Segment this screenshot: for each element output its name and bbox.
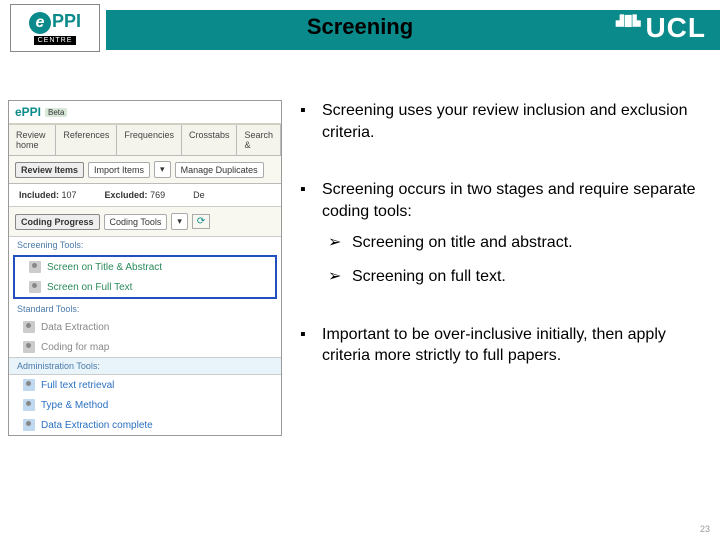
person-icon: [23, 379, 35, 391]
included-count: 107: [62, 190, 77, 200]
excluded-count: 769: [150, 190, 165, 200]
standard-tools-label: Standard Tools:: [9, 301, 281, 317]
coding-progress-button[interactable]: Coding Progress: [15, 214, 100, 230]
tool-data-extraction-complete[interactable]: Data Extraction complete: [9, 415, 281, 435]
highlight-box: Screen on Title & Abstract Screen on Ful…: [13, 255, 277, 299]
bullet-icon: ▪: [300, 179, 322, 222]
refresh-icon[interactable]: ⟳: [192, 214, 210, 229]
app-logo: ePPI: [15, 105, 41, 119]
tab-search[interactable]: Search &: [237, 125, 281, 155]
screenshot-panel: ePPI Beta Review home References Frequen…: [8, 100, 282, 436]
tab-crosstabs[interactable]: Crosstabs: [182, 125, 238, 155]
tool-screen-title-abstract[interactable]: Screen on Title & Abstract: [15, 257, 275, 277]
slide-title: Screening: [0, 14, 720, 40]
person-icon: [23, 321, 35, 333]
person-icon: [23, 419, 35, 431]
arrow-icon: ➢: [328, 266, 352, 288]
tab-review-home[interactable]: Review home: [9, 125, 56, 155]
manage-duplicates-button[interactable]: Manage Duplicates: [175, 162, 264, 178]
screening-tools-label: Screening Tools:: [9, 237, 281, 253]
page-number: 23: [700, 524, 710, 534]
import-items-button[interactable]: Import Items: [88, 162, 150, 178]
tool-coding-for-map[interactable]: Coding for map: [9, 337, 281, 357]
bullet-text: Screening uses your review inclusion and…: [322, 100, 698, 143]
coding-tools-caret[interactable]: ▾: [171, 213, 188, 230]
arrow-icon: ➢: [328, 232, 352, 254]
import-caret[interactable]: ▾: [154, 161, 171, 178]
person-icon: [23, 399, 35, 411]
excluded-label: Excluded:: [105, 190, 148, 200]
bullet-list: ▪Screening uses your review inclusion an…: [290, 100, 720, 436]
sub-bullet-text: Screening on title and abstract.: [352, 232, 573, 254]
person-icon: [23, 341, 35, 353]
tool-data-extraction[interactable]: Data Extraction: [9, 317, 281, 337]
tool-type-method[interactable]: Type & Method: [9, 395, 281, 415]
beta-badge: Beta: [45, 108, 67, 117]
tab-frequencies[interactable]: Frequencies: [117, 125, 182, 155]
sub-bullet-text: Screening on full text.: [352, 266, 506, 288]
bullet-text: Screening occurs in two stages and requi…: [322, 179, 698, 222]
tool-full-text-retrieval[interactable]: Full text retrieval: [9, 375, 281, 395]
tool-screen-full-text[interactable]: Screen on Full Text: [15, 277, 275, 297]
coding-tools-button[interactable]: Coding Tools: [104, 214, 168, 230]
person-icon: [29, 261, 41, 273]
bullet-icon: ▪: [300, 324, 322, 367]
nav-tabs[interactable]: Review home References Frequencies Cross…: [9, 125, 281, 156]
tab-references[interactable]: References: [56, 125, 117, 155]
included-label: Included:: [19, 190, 59, 200]
person-icon: [29, 281, 41, 293]
bullet-text: Important to be over-inclusive initially…: [322, 324, 698, 367]
bullet-icon: ▪: [300, 100, 322, 143]
admin-tools-label: Administration Tools:: [9, 357, 281, 375]
review-items-button[interactable]: Review Items: [15, 162, 84, 178]
ucl-logo: ▟█▙UCL: [616, 12, 706, 44]
deleted-label: De: [193, 190, 205, 200]
